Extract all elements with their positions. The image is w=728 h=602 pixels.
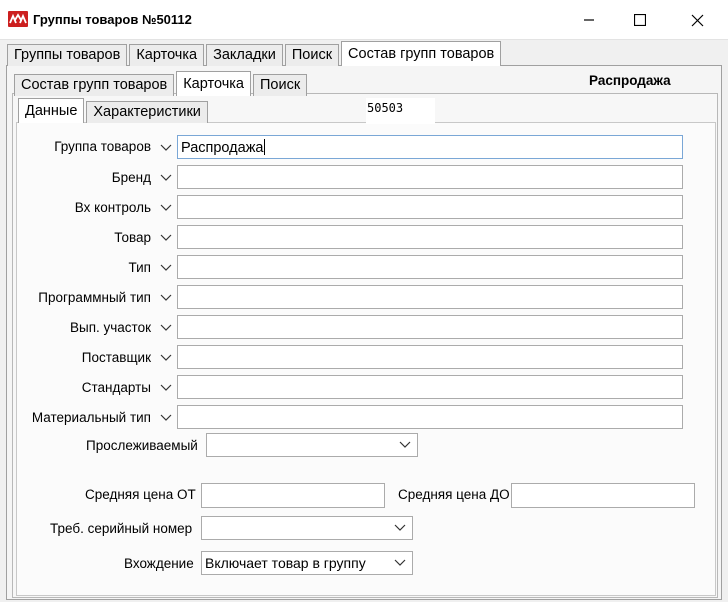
material-type-field[interactable] (177, 405, 683, 429)
chevron-down-icon (394, 559, 406, 566)
chevron-down-icon (160, 414, 172, 421)
group-name-heading: Распродажа (589, 73, 671, 88)
tab-card-sub[interactable]: Карточка (176, 71, 251, 96)
label-product-group: Группа товаров (54, 139, 151, 154)
chevron-down-icon (160, 264, 172, 271)
label-supplier: Поставщик (81, 350, 151, 365)
serial-required-select[interactable] (201, 516, 413, 540)
product-group-field[interactable]: Распродажа (177, 135, 683, 159)
tab-search-sub[interactable]: Поиск (252, 74, 308, 96)
standards-field[interactable] (177, 375, 683, 399)
tabs-level1: Группы товаров Карточка Закладки Поиск С… (7, 41, 503, 66)
close-icon (691, 14, 703, 26)
chevron-down-icon (160, 384, 172, 391)
tab-data[interactable]: Данные (18, 98, 85, 123)
brand-dropdown-button[interactable] (157, 167, 175, 187)
tab-characteristics[interactable]: Характеристики (86, 101, 208, 123)
window-title: Группы товаров №50112 (33, 12, 192, 27)
standards-dropdown-button[interactable] (157, 377, 175, 397)
label-product: Товар (114, 230, 151, 245)
price-to-field[interactable] (511, 483, 695, 508)
incoming-control-field[interactable] (177, 195, 683, 219)
chevron-down-icon (160, 204, 172, 211)
label-program-type: Программный тип (38, 290, 151, 305)
label-inclusion: Вхождение (124, 556, 194, 571)
tab-card[interactable]: Карточка (129, 44, 205, 66)
label-incoming-control: Вх контроль (74, 200, 151, 215)
supplier-field[interactable] (177, 345, 683, 369)
label-production-site: Вып. участок (69, 320, 151, 335)
label-price-to: Средняя цена ДО (398, 487, 510, 502)
tab-group-composition[interactable]: Состав групп товаров (341, 41, 502, 66)
incoming-control-dropdown-button[interactable] (157, 197, 175, 217)
minimize-button[interactable] (566, 0, 612, 40)
label-material-type: Материальный тип (31, 410, 151, 425)
label-serial-required: Треб. серийный номер (50, 521, 193, 536)
type-field[interactable] (177, 255, 683, 279)
title-bar: Группы товаров №50112 (0, 0, 728, 40)
material-type-dropdown-button[interactable] (157, 407, 175, 427)
chevron-down-icon (394, 524, 406, 531)
supplier-dropdown-button[interactable] (157, 347, 175, 367)
tab-product-groups[interactable]: Группы товаров (7, 44, 128, 66)
price-from-field[interactable] (201, 483, 385, 508)
close-button[interactable] (674, 0, 720, 40)
chevron-down-icon (160, 354, 172, 361)
chevron-down-icon (160, 174, 172, 181)
chevron-down-icon (160, 324, 172, 331)
label-price-from: Средняя цена ОТ (85, 487, 196, 502)
label-type: Тип (128, 260, 151, 275)
tab-group-composition-sub[interactable]: Состав групп товаров (14, 74, 175, 96)
window-body: Группы товаров Карточка Закладки Поиск С… (0, 40, 728, 602)
label-standards: Стандарты (81, 380, 151, 395)
maximize-button[interactable] (617, 0, 663, 40)
chevron-down-icon (399, 441, 411, 448)
chevron-down-icon (160, 294, 172, 301)
chevron-down-icon (160, 144, 172, 151)
maximize-icon (634, 14, 646, 26)
product-group-value: Распродажа (181, 140, 264, 156)
label-tracked: Прослеживаемый (86, 438, 198, 453)
product-dropdown-button[interactable] (157, 227, 175, 247)
label-brand: Бренд (111, 170, 151, 185)
program-type-field[interactable] (177, 285, 683, 309)
brand-field[interactable] (177, 165, 683, 189)
production-site-field[interactable] (177, 315, 683, 339)
tab-bookmarks[interactable]: Закладки (206, 44, 283, 66)
inclusion-select[interactable]: Включает товар в группу (201, 551, 413, 575)
program-type-dropdown-button[interactable] (157, 287, 175, 307)
product-group-dropdown-button[interactable] (157, 137, 175, 157)
product-field[interactable] (177, 225, 683, 249)
group-code: 50503 (366, 98, 435, 124)
type-dropdown-button[interactable] (157, 257, 175, 277)
minimize-icon (584, 19, 594, 21)
tabs-level3: Данные Характеристики (18, 98, 210, 123)
tabs-level2: Состав групп товаров Карточка Поиск (14, 71, 309, 96)
tracked-select[interactable] (206, 433, 418, 457)
inclusion-value: Включает товар в группу (205, 555, 366, 571)
text-caret (264, 139, 266, 155)
app-logo-icon[interactable] (8, 11, 28, 27)
production-site-dropdown-button[interactable] (157, 317, 175, 337)
tab-search[interactable]: Поиск (284, 44, 340, 66)
chevron-down-icon (160, 234, 172, 241)
